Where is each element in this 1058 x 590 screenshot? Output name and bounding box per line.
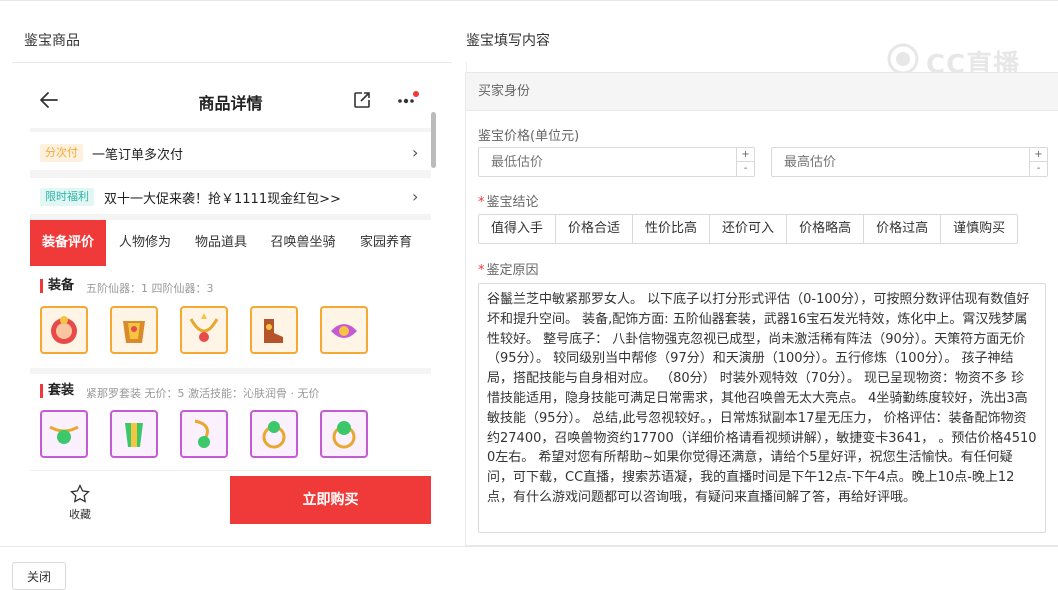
decrement-button[interactable]: -: [736, 162, 754, 176]
jade-charm-icon: [194, 419, 210, 448]
chevron-right-icon: ›: [412, 187, 419, 206]
set-group-title: 套装: [40, 384, 74, 398]
equipment-item[interactable]: [250, 306, 298, 354]
set-item[interactable]: [250, 410, 298, 458]
jade-ring-icon: [332, 421, 356, 449]
chevron-right-icon: ›: [412, 143, 419, 162]
share-icon[interactable]: [352, 90, 372, 110]
max-price-field[interactable]: [772, 148, 1030, 176]
promo-tag: 限时福利: [40, 188, 94, 206]
equipment-group-summary: 五阶仙器：1 四阶仙器：3: [86, 282, 214, 295]
reason-label-text: 鉴定原因: [486, 263, 539, 278]
set-item[interactable]: [110, 410, 158, 458]
conclusion-option[interactable]: 价格过高: [864, 215, 942, 243]
belt-icon: [331, 324, 357, 338]
set-item[interactable]: [180, 410, 228, 458]
boots-icon: [264, 319, 283, 343]
favorite-label: 收藏: [69, 508, 91, 521]
equipment-item[interactable]: [40, 306, 88, 354]
decrement-button[interactable]: -: [1029, 162, 1047, 176]
reason-label: * 鉴定原因: [478, 259, 539, 278]
armor-icon: [123, 321, 145, 343]
max-price-input[interactable]: + -: [771, 147, 1048, 177]
set-group-summary: 紧那罗套装 无价：5 激活技能：沁肤润骨 · 无价: [86, 387, 320, 400]
required-mark: *: [478, 263, 485, 278]
tab-items[interactable]: 物品道具: [186, 220, 256, 266]
tab-home[interactable]: 家园养育: [350, 220, 422, 266]
left-divider: [12, 62, 452, 63]
price-label: 鉴宝价格(单位元): [478, 125, 579, 144]
left-section-title: 鉴宝商品: [24, 33, 80, 49]
conclusion-option[interactable]: 价格略高: [787, 215, 865, 243]
installment-row[interactable]: 分次付 一笔订单多次付 ›: [30, 134, 431, 170]
equipment-item[interactable]: [180, 306, 228, 354]
conclusion-option[interactable]: 价格合适: [556, 215, 634, 243]
spacer: [30, 368, 431, 374]
scrollbar[interactable]: [431, 112, 436, 168]
equipment-group-title: 装备: [40, 279, 74, 293]
min-price-field[interactable]: [479, 148, 737, 176]
jade-ring-icon: [262, 421, 286, 449]
conclusion-label-text: 鉴宝结论: [486, 195, 539, 210]
spacer: [30, 170, 431, 178]
favorite-button[interactable]: 收藏: [30, 476, 130, 524]
conclusion-option[interactable]: 值得入手: [479, 215, 557, 243]
conclusion-option[interactable]: 还价可入: [710, 215, 788, 243]
more-icon[interactable]: [396, 90, 420, 110]
increment-button[interactable]: +: [736, 148, 754, 162]
helmet-icon: [51, 316, 77, 344]
close-button[interactable]: 关闭: [12, 562, 66, 590]
tab-equipment[interactable]: 装备评价: [30, 220, 106, 266]
price-label-text: 鉴宝价格(单位元): [478, 129, 580, 144]
conclusion-options: 值得入手 价格合适 性价比高 还价可入 价格略高 价格过高 谨慎购买: [478, 214, 1019, 244]
spacer: [30, 128, 431, 132]
necklace-icon: [189, 313, 219, 342]
star-icon: [70, 484, 90, 503]
promo-text: 双十一大促来袭！抢￥1111现金红包>>: [104, 192, 341, 207]
jade-pendant-icon: [49, 425, 79, 444]
equipment-item[interactable]: [320, 306, 368, 354]
conclusion-label: * 鉴宝结论: [478, 191, 539, 210]
installment-tag: 分次付: [40, 144, 83, 162]
product-detail-preview: 商品详情 分次付 一笔订单多次付 › 限时福利 双十一大促来袭！抢￥1111现金…: [30, 72, 440, 526]
installment-text: 一笔订单多次付: [92, 148, 184, 163]
increment-button[interactable]: +: [1029, 148, 1047, 162]
promo-row[interactable]: 限时福利 双十一大促来袭！抢￥1111现金红包>> ›: [30, 178, 431, 214]
tab-pets[interactable]: 召唤兽坐骑: [262, 220, 344, 266]
tab-character[interactable]: 人物修为: [110, 220, 180, 266]
equipment-item[interactable]: [110, 306, 158, 354]
bottom-bar-divider: [30, 470, 431, 471]
buy-now-button[interactable]: 立即购买: [230, 476, 431, 524]
cc-logo-icon: [887, 43, 919, 75]
appraisal-form: 买家身份 鉴宝价格(单位元) + - + - *鉴宝结论 值得入手 价格合适 性…: [465, 72, 1058, 546]
category-tabs: 装备评价 人物修为 物品道具 召唤兽坐骑 家园养育: [30, 220, 431, 266]
phone-header: 商品详情: [30, 72, 440, 128]
set-item[interactable]: [40, 410, 88, 458]
conclusion-option[interactable]: 性价比高: [633, 215, 711, 243]
reason-textarea[interactable]: 谷鬣兰芝中敏紧那罗女人。 以下底子以打分形式评估（0-100分），可按照分数评估…: [478, 283, 1046, 533]
required-mark: *: [478, 195, 485, 210]
top-border: [0, 0, 1058, 3]
conclusion-option[interactable]: 谨慎购买: [941, 215, 1017, 243]
right-section-title: 鉴宝填写内容: [466, 33, 550, 49]
set-item[interactable]: [320, 410, 368, 458]
min-price-input[interactable]: + -: [478, 147, 755, 177]
footer-divider: [0, 546, 1058, 547]
jade-robe-icon: [125, 423, 143, 447]
buyer-identity-header: 买家身份: [466, 73, 1058, 111]
